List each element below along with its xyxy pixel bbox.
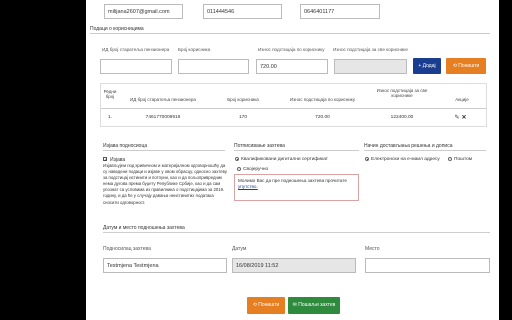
signing-note: Молимо Вас да пре подношења захтева проч… [234, 174, 359, 201]
place-input[interactable] [365, 258, 490, 273]
signing-title: Потписивање захтева [234, 143, 285, 149]
row-count: 170 [238, 115, 247, 120]
date-label: Датум [232, 246, 247, 252]
signing-option-certificate[interactable] [235, 157, 239, 161]
reset-label: Поништи [458, 63, 480, 69]
col-header-actions: Акције [455, 97, 469, 102]
id-label: ИД број старатеља пензионера [102, 47, 170, 52]
date-input: 16/08/2019 11:52 [232, 258, 356, 273]
divider [103, 150, 225, 151]
col-header-id: ИД број старатеља пензионера [130, 97, 196, 102]
submit-label: Пошаљи захтев [298, 302, 336, 308]
signing-note-text: Молимо Вас да пре подношења захтева проч… [238, 178, 347, 183]
user-data-title: Подаци о корисницима [90, 26, 144, 32]
cancel-label: Поништи [258, 302, 280, 308]
col-header-count: Број корисника [227, 97, 259, 102]
statement-title: Изјава подносиоца [103, 143, 148, 149]
col-header-num: Редни број [103, 89, 117, 99]
signing-option-handwritten-label: Својеручно [243, 167, 269, 172]
amount-input[interactable]: 720.00 [256, 59, 328, 74]
mobile-field[interactable]: 0646401177 [300, 4, 380, 19]
delivery-option-post-label: Поштом [454, 157, 473, 162]
number-input[interactable] [178, 59, 249, 74]
divider [103, 232, 490, 233]
submit-button[interactable]: ✉ Пошаљи захтев [288, 297, 340, 314]
edit-icon[interactable]: ✎ [454, 114, 460, 121]
statement-checkbox[interactable]: ✓ [103, 157, 107, 162]
row-id: 7461770009919 [145, 115, 181, 120]
submitter-label: Подносилац захтева [103, 246, 151, 252]
instructions-link[interactable]: упутство. [238, 184, 258, 189]
divider [234, 150, 359, 151]
delivery-title: Начин достављања решења и дописа [364, 143, 453, 149]
total-input [334, 59, 407, 74]
delivery-option-email-label: Електронски на е-маил адресу [371, 157, 440, 162]
total-label: Износ подстицаја за све кориснике [333, 47, 408, 52]
id-input[interactable] [100, 59, 172, 74]
statement-text: Изјављујем под кривичном и материјалном … [103, 163, 227, 205]
amount-label: Износ подстицаја по кориснику [258, 47, 325, 52]
col-header-total: Износ подстицаја за све кориснике [376, 88, 428, 98]
row-amount: 720.00 [315, 115, 330, 120]
delete-icon[interactable]: ✕ [461, 114, 467, 121]
divider [364, 150, 486, 151]
divider [90, 33, 490, 34]
add-button[interactable]: + Додај [413, 58, 441, 74]
signing-option-certificate-label: Квалификовани дигитални сертификат [241, 157, 328, 162]
number-label: Број корисника [178, 47, 211, 52]
users-table: Редни број ИД број старатеља пензионера … [100, 83, 487, 127]
submitter-input[interactable]: Testmjena Testmjena [103, 258, 227, 273]
email-field[interactable]: milijana2607@gmail.com [104, 4, 183, 19]
signing-option-handwritten[interactable] [237, 167, 241, 171]
delivery-option-email[interactable] [365, 157, 369, 161]
date-place-title: Датум и место подношења захтева [103, 225, 185, 231]
row-num: 1. [107, 115, 112, 120]
reset-button[interactable]: ⟲ Поништи [446, 58, 486, 74]
form-page: milijana2607@gmail.com 011444546 0646401… [86, 0, 499, 320]
row-total: 122400.00 [390, 115, 414, 120]
phone-field[interactable]: 011444546 [203, 4, 282, 19]
place-label: Место [365, 246, 380, 252]
col-header-amount: Износ подстицаја по кориснику [289, 97, 356, 102]
cancel-button[interactable]: ⟲ Поништи [247, 297, 285, 314]
delivery-option-post[interactable] [448, 157, 452, 161]
